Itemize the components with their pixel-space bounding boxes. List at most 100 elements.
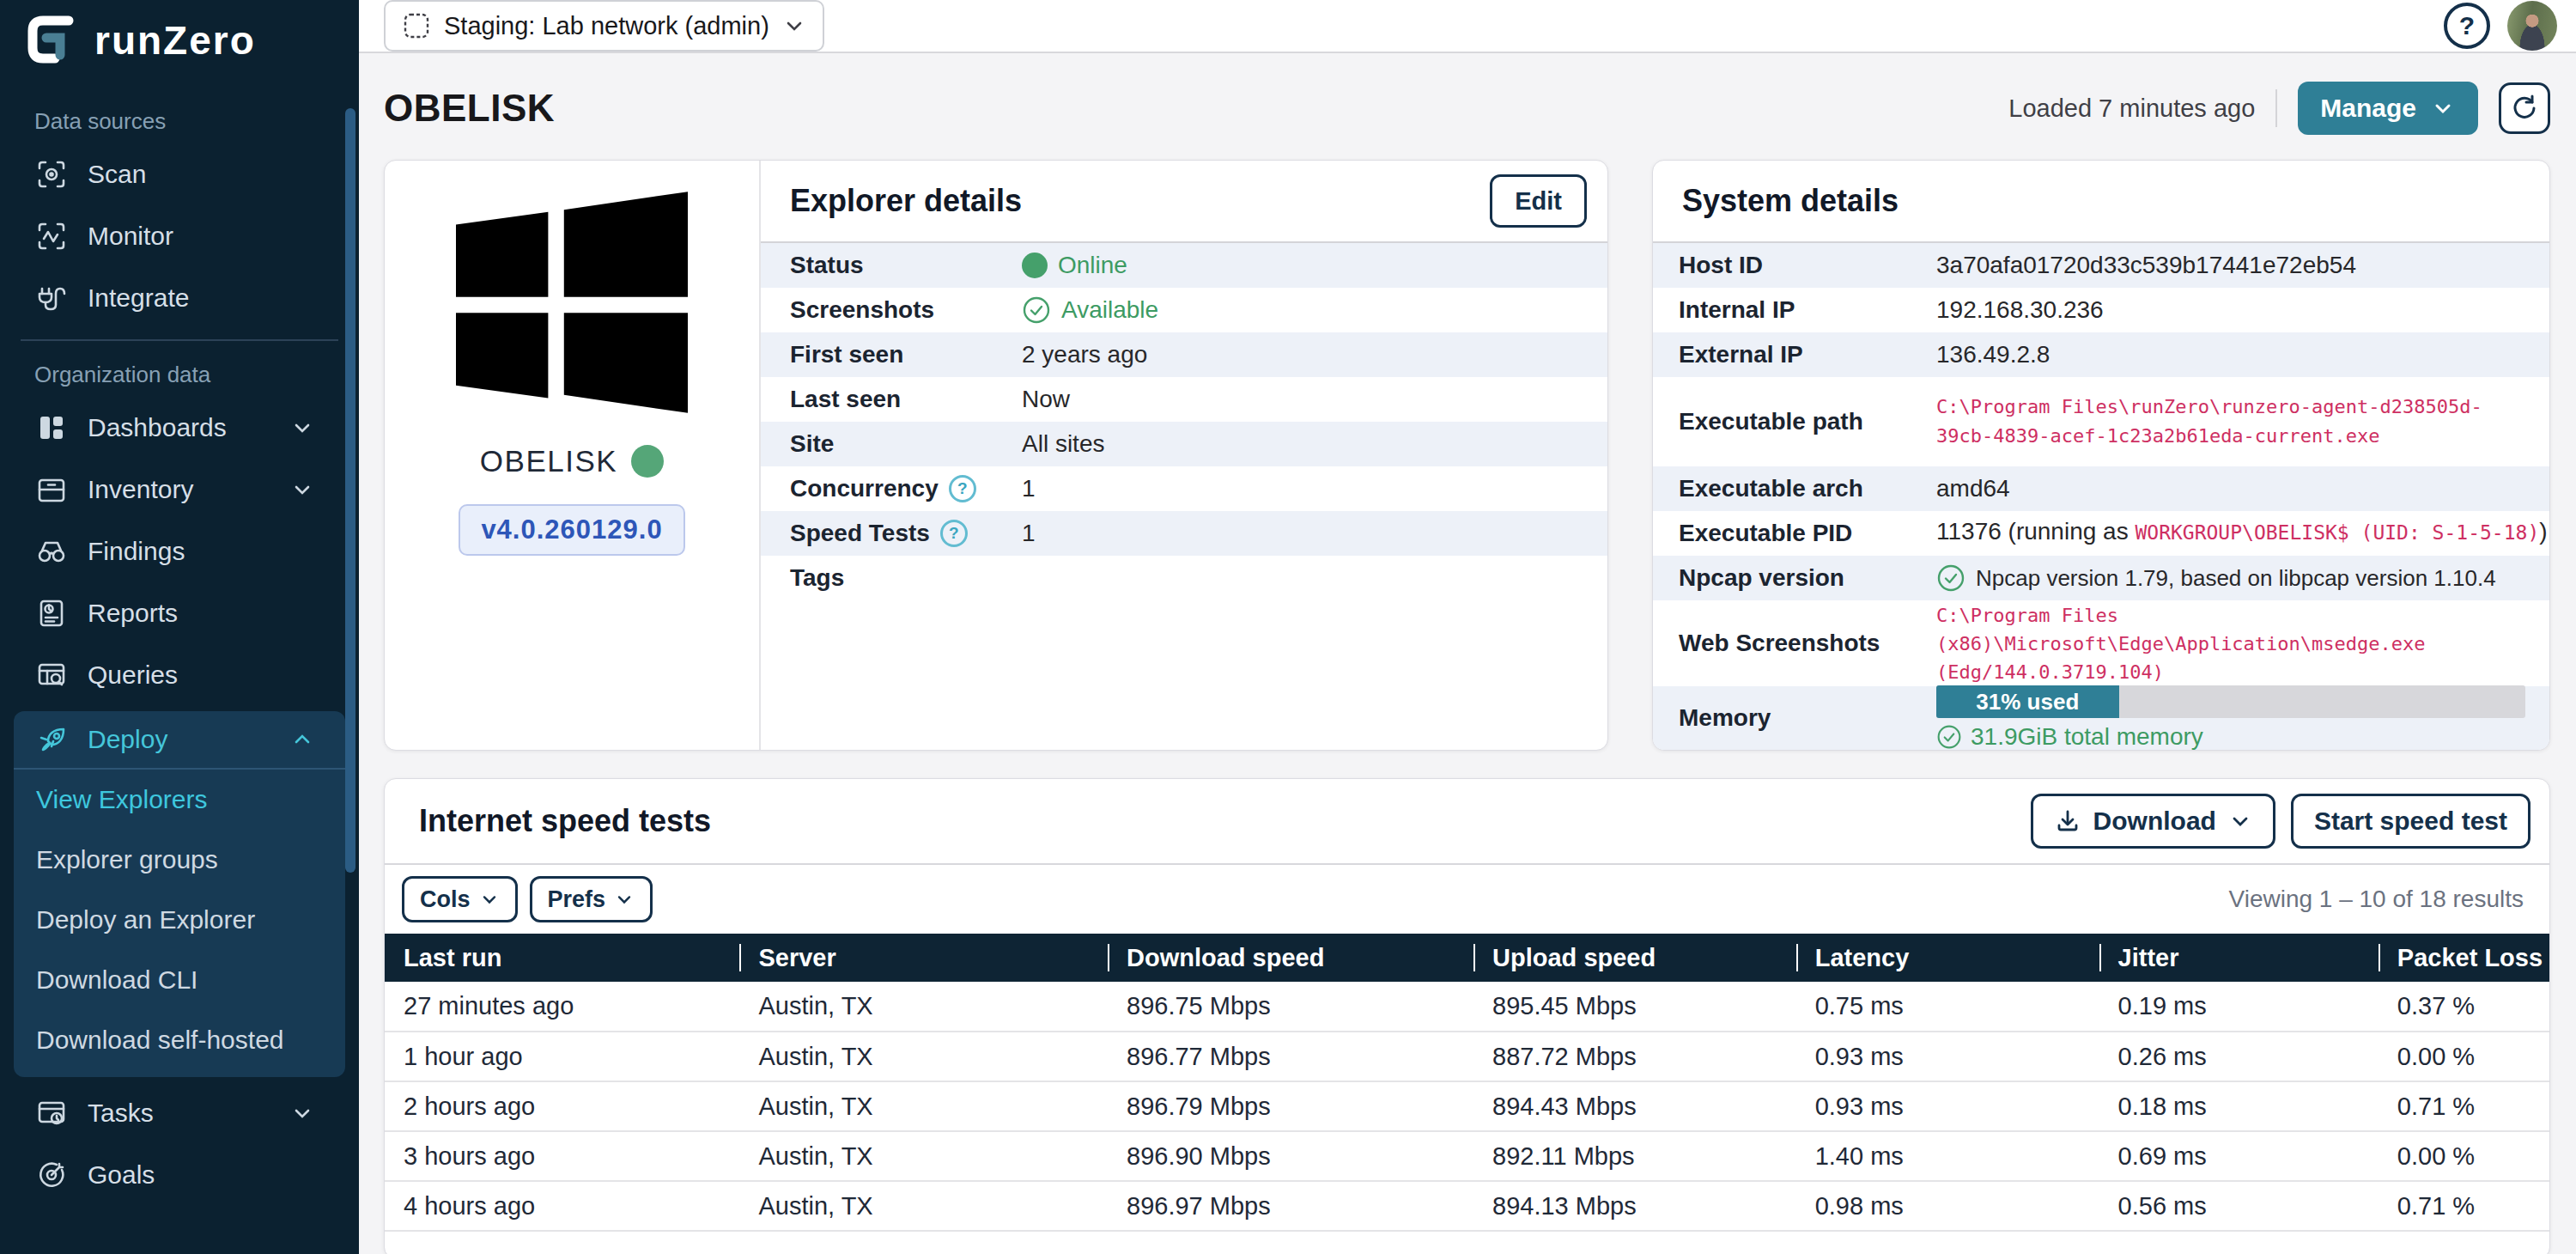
download-label: Download <box>2093 807 2216 836</box>
sidebar-item-scan[interactable]: Scan <box>0 143 359 205</box>
row-label: Host ID <box>1653 252 1936 279</box>
refresh-icon <box>2508 92 2541 125</box>
loaded-status: Loaded 7 minutes ago <box>2008 94 2255 123</box>
row-first-seen: First seen 2 years ago <box>761 332 1607 377</box>
row-value: Now <box>1022 386 1607 413</box>
column-download-speed[interactable]: Download speed <box>1108 934 1473 982</box>
sidebar-item-label: Goals <box>88 1160 155 1190</box>
column-server[interactable]: Server <box>739 934 1108 982</box>
row-value-prefix: 11376 (running as <box>1936 518 2135 545</box>
explorer-details-title: Explorer details <box>790 183 1022 219</box>
help-button[interactable]: ? <box>2444 3 2490 49</box>
start-speed-test-label: Start speed test <box>2314 807 2507 836</box>
column-last-run[interactable]: Last run <box>385 934 739 982</box>
sidebar-item-integrate[interactable]: Integrate <box>0 267 359 329</box>
row-value: Npcap version 1.79, based on libpcap ver… <box>1976 565 2496 592</box>
row-value: C:\Program Files\runZero\runzero-agent-d… <box>1936 393 2529 451</box>
sidebar-item-dashboards[interactable]: Dashboards <box>0 397 359 459</box>
speed-tests-title: Internet speed tests <box>419 803 711 839</box>
row-label: Executable PID <box>1653 520 1936 547</box>
row-value: amd64 <box>1936 475 2549 502</box>
chevron-down-icon <box>2430 95 2456 121</box>
sidebar-item-tasks[interactable]: Tasks <box>0 1082 359 1144</box>
memory-total-label: 31.9GiB total memory <box>1971 723 2203 751</box>
page-title: OBELISK <box>384 87 555 130</box>
memory-bar: 31% used <box>1936 685 2525 718</box>
sidebar-item-deploy[interactable]: Deploy <box>14 711 345 770</box>
section-organization-data: Organization data <box>0 350 359 397</box>
queries-icon <box>34 658 69 692</box>
main: Staging: Lab network (admin) ? OBELISK L… <box>359 0 2576 1254</box>
speed-toolbar: Cols Prefs Viewing 1 – 10 of 18 results <box>385 865 2549 934</box>
sidebar-item-label: Scan <box>88 160 146 189</box>
sidebar-nav: Data sources Scan Monitor <box>0 74 359 1206</box>
row-label: Status <box>761 252 1022 279</box>
row-label: Executable arch <box>1653 475 1936 502</box>
cols-button[interactable]: Cols <box>402 876 518 922</box>
sidebar-item-goals[interactable]: Goals <box>0 1144 359 1206</box>
sidebar-item-monitor[interactable]: Monitor <box>0 205 359 267</box>
rocket-icon <box>36 722 70 757</box>
row-value-mono: WORKGROUP\OBELISK$ (UID: S-1-5-18) <box>2135 521 2539 544</box>
sidebar-item-inventory[interactable]: Inventory <box>0 459 359 520</box>
row-value: C:\Program Files (x86)\Microsoft\Edge\Ap… <box>1936 601 2529 686</box>
column-upload-speed[interactable]: Upload speed <box>1473 934 1796 982</box>
sidebar-item-label: Explorer groups <box>36 845 218 874</box>
help-tooltip-icon[interactable]: ? <box>940 520 968 547</box>
sidebar-item-label: Findings <box>88 537 185 566</box>
column-latency[interactable]: Latency <box>1796 934 2099 982</box>
help-tooltip-icon[interactable]: ? <box>949 475 976 502</box>
sidebar-scrollbar[interactable] <box>345 108 355 873</box>
system-card: System details Host ID 3a70afa01720d33c5… <box>1652 160 2550 751</box>
deploy-section: Deploy View Explorers Explorer groups De… <box>14 711 345 1077</box>
download-button[interactable]: Download <box>2031 794 2275 849</box>
explorer-details-panel: Explorer details Edit Status Online Scre… <box>761 161 1607 750</box>
sidebar-item-download-self-hosted[interactable]: Download self-hosted <box>14 1010 345 1070</box>
content: OBELISK Loaded 7 minutes ago Manage <box>359 53 2576 1254</box>
detail-cards: OBELISK v4.0.260129.0 Explorer details E… <box>384 160 2550 751</box>
memory-total: 31.9GiB total memory <box>1936 723 2525 751</box>
row-concurrency: Concurrency? 1 <box>761 466 1607 511</box>
row-label: Memory <box>1653 704 1936 732</box>
results-count: Viewing 1 – 10 of 18 results <box>2229 886 2524 913</box>
column-packet-loss[interactable]: Packet Loss <box>2379 934 2549 982</box>
prefs-button[interactable]: Prefs <box>530 876 653 922</box>
sidebar-item-label: Deploy an Explorer <box>36 905 255 934</box>
cols-label: Cols <box>420 886 471 913</box>
dashboards-icon <box>34 411 69 445</box>
row-npcap: Npcap version Npcap version 1.79, based … <box>1653 556 2549 600</box>
row-label: Executable path <box>1653 408 1936 435</box>
sidebar-item-download-cli[interactable]: Download CLI <box>14 950 345 1010</box>
runzero-logo[interactable]: runZero <box>0 0 359 74</box>
row-label: First seen <box>761 341 1022 368</box>
sidebar-item-explorer-groups[interactable]: Explorer groups <box>14 830 345 890</box>
chevron-down-icon <box>2228 809 2252 833</box>
row-internal-ip: Internal IP 192.168.30.236 <box>1653 288 2549 332</box>
row-label: Speed Tests <box>790 520 930 547</box>
row-host-id: Host ID 3a70afa01720d33c539b17441e72eb54 <box>1653 243 2549 288</box>
row-last-seen: Last seen Now <box>761 377 1607 422</box>
edit-button[interactable]: Edit <box>1490 174 1587 228</box>
sidebar-divider <box>21 339 338 341</box>
sidebar-item-label: Reports <box>88 599 178 628</box>
refresh-button[interactable] <box>2499 82 2550 134</box>
row-label: Last seen <box>761 386 1022 413</box>
integrate-icon <box>34 281 69 315</box>
sidebar-item-queries[interactable]: Queries <box>0 644 359 706</box>
table-row: 27 minutes agoAustin, TX896.75 Mbps895.4… <box>385 982 2549 1032</box>
column-jitter[interactable]: Jitter <box>2099 934 2379 982</box>
sidebar-item-view-explorers[interactable]: View Explorers <box>14 770 345 830</box>
sidebar-item-findings[interactable]: Findings <box>0 520 359 582</box>
sidebar-item-label: View Explorers <box>36 785 208 814</box>
organization-selector[interactable]: Staging: Lab network (admin) <box>384 0 824 52</box>
sidebar-item-label: Deploy <box>88 725 167 754</box>
sidebar-item-deploy-an-explorer[interactable]: Deploy an Explorer <box>14 890 345 950</box>
start-speed-test-button[interactable]: Start speed test <box>2291 794 2530 849</box>
avatar[interactable] <box>2507 1 2557 51</box>
sidebar-item-label: Queries <box>88 660 178 690</box>
sidebar-item-label: Monitor <box>88 222 173 251</box>
organization-label: Staging: Lab network (admin) <box>444 12 769 40</box>
manage-button[interactable]: Manage <box>2298 82 2478 135</box>
sidebar-item-reports[interactable]: Reports <box>0 582 359 644</box>
row-label: Concurrency <box>790 475 939 502</box>
